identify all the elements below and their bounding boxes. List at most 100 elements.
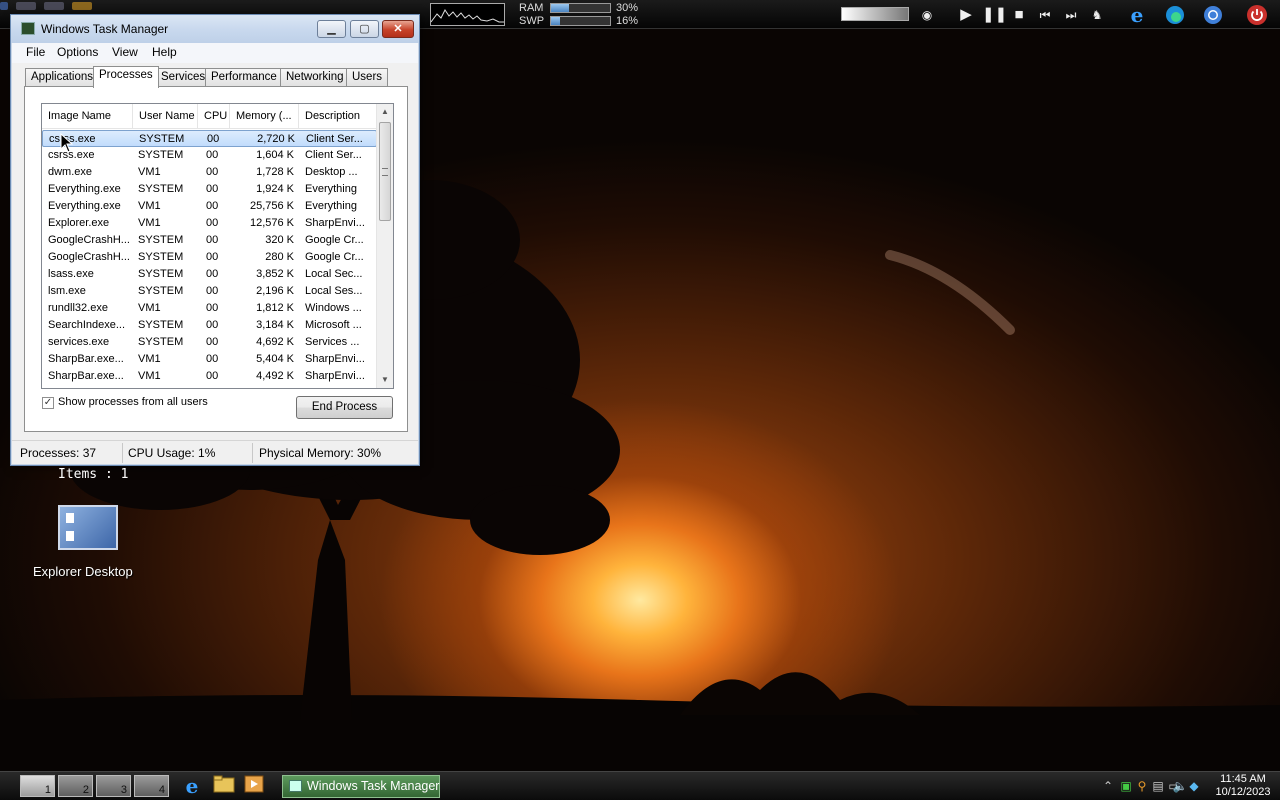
search-icon[interactable]: ⚲	[1134, 777, 1150, 795]
folder-icon[interactable]	[212, 775, 236, 797]
menu-file[interactable]: File	[26, 45, 45, 59]
tab-users[interactable]: Users	[346, 68, 389, 87]
process-memory: 4,492 K	[256, 370, 294, 382]
top-bar-item-2[interactable]	[44, 2, 64, 10]
chrome-icon[interactable]	[1202, 4, 1224, 26]
task-manager-app-icon	[21, 22, 35, 35]
table-row[interactable]: Explorer.exe VM1 00 12,576 K SharpEnvi...	[42, 215, 377, 232]
maximize-button[interactable]: ▢	[350, 20, 379, 38]
pause-icon[interactable]: ❚❚	[982, 4, 1007, 26]
media-player-icon[interactable]: ♞	[1086, 4, 1108, 26]
process-user: VM1	[138, 166, 161, 178]
tab-applications[interactable]: Applications	[25, 68, 100, 87]
top-bar-item-1[interactable]	[16, 2, 36, 10]
play-icon[interactable]: ▶	[955, 4, 977, 26]
previous-icon[interactable]: ⏮	[1034, 4, 1056, 26]
scroll-down-icon[interactable]: ▼	[377, 372, 393, 388]
next-icon[interactable]: ⏭	[1060, 4, 1082, 26]
show-all-users-checkbox[interactable]: ✓	[42, 397, 54, 409]
table-row[interactable]: Everything.exe SYSTEM 00 1,924 K Everything	[42, 181, 377, 198]
menu-help[interactable]: Help	[152, 45, 177, 59]
process-description: Client Ser...	[306, 133, 363, 145]
stop-icon[interactable]: ■	[1008, 4, 1030, 26]
swap-label: SWP	[519, 15, 545, 27]
top-bar-item-3[interactable]	[72, 2, 92, 10]
explorer-desktop-label[interactable]: Explorer Desktop	[33, 564, 133, 579]
process-description: Client Ser...	[305, 149, 362, 161]
menu-options[interactable]: Options	[57, 45, 98, 59]
menu-view[interactable]: View	[112, 45, 138, 59]
show-all-users-label: Show processes from all users	[58, 396, 208, 408]
table-row[interactable]: SharpBar.exe... VM1 00 5,404 K SharpEnvi...	[42, 351, 377, 368]
process-description: Desktop ...	[305, 166, 358, 178]
task-manager-window: Windows Task Manager ▁ ▢ ✕ File Options …	[10, 14, 420, 466]
virtual-desktop-2[interactable]: 2	[58, 775, 93, 797]
status-separator	[122, 443, 123, 463]
explorer-desktop-icon[interactable]	[58, 505, 118, 550]
power-icon[interactable]	[1246, 4, 1268, 26]
internet-explorer-icon[interactable]: e	[1126, 4, 1148, 26]
virtual-desktop-1[interactable]: 1	[20, 775, 55, 797]
table-row[interactable]: csrss.exe SYSTEM 00 2,720 K Client Ser...	[42, 130, 377, 147]
column-memory[interactable]: Memory (...	[230, 104, 299, 129]
internet-explorer-icon[interactable]: e	[180, 775, 204, 797]
vertical-scrollbar[interactable]: ▲ ▼	[376, 104, 393, 388]
scroll-up-icon[interactable]: ▲	[377, 104, 393, 120]
process-cpu: 00	[206, 251, 219, 263]
taskbar-task-manager-button[interactable]: Windows Task Manager	[282, 775, 440, 798]
document-mini-icon	[66, 531, 74, 541]
volume-slider[interactable]	[841, 7, 909, 21]
table-row[interactable]: Everything.exe VM1 00 25,756 K Everything	[42, 198, 377, 215]
column-cpu[interactable]: CPU	[198, 104, 230, 129]
tray-expand-icon[interactable]: ⌃	[1100, 777, 1116, 795]
mute-icon[interactable]: ◉	[916, 4, 938, 26]
table-row[interactable]: SearchIndexe... SYSTEM 00 3,184 K Microsoft …	[42, 317, 377, 334]
table-row[interactable]: dwm.exe VM1 00 1,728 K Desktop ...	[42, 164, 377, 181]
table-row[interactable]: lsm.exe SYSTEM 00 2,196 K Local Ses...	[42, 283, 377, 300]
tray-green-square-icon[interactable]: ▣	[1118, 777, 1134, 795]
tab-performance[interactable]: Performance	[205, 68, 283, 87]
process-name: SharpBar.exe...	[48, 370, 124, 382]
table-row[interactable]: GoogleCrashH... SYSTEM 00 280 K Google Cr...	[42, 249, 377, 266]
process-description: Google Cr...	[305, 234, 364, 246]
process-description: SharpEnvi...	[305, 370, 365, 382]
column-description[interactable]: Description	[299, 104, 377, 129]
clock[interactable]: 11:45 AM 10/12/2023	[1210, 773, 1276, 799]
close-button[interactable]: ✕	[382, 20, 414, 38]
column-image-name[interactable]: Image Name ▲	[42, 104, 133, 129]
table-row[interactable]: rundll32.exe VM1 00 1,812 K Windows ...	[42, 300, 377, 317]
table-row[interactable]: SharpBar.exe... VM1 00 4,492 K SharpEnvi...	[42, 368, 377, 385]
edge-icon[interactable]	[1164, 4, 1186, 26]
column-user-name[interactable]: User Name	[133, 104, 198, 129]
process-name: rundll32.exe	[48, 302, 108, 314]
list-header: Image Name ▲ User Name CPU Memory (... D…	[42, 104, 377, 129]
process-cpu: 00	[206, 319, 219, 331]
tab-services[interactable]: Services	[155, 68, 212, 87]
processes-panel: Image Name ▲ User Name CPU Memory (... D…	[24, 86, 408, 432]
swap-percent: 16%	[616, 15, 639, 27]
end-process-button[interactable]: End Process	[296, 396, 393, 419]
cloud-app-icon[interactable]: ◆	[1186, 777, 1202, 795]
process-memory: 2,196 K	[256, 285, 294, 297]
process-memory: 1,924 K	[256, 183, 294, 195]
document-mini-icon	[66, 513, 74, 523]
process-user: SYSTEM	[138, 319, 184, 331]
virtual-desktop-3[interactable]: 3	[96, 775, 131, 797]
taskbar: 1 2 3 4 e Windows Task Manager ⌃ ▣ ⚲ ▤ ▭…	[0, 771, 1280, 800]
menu-grip-icon[interactable]	[0, 2, 8, 10]
table-row[interactable]: GoogleCrashH... SYSTEM 00 320 K Google Cr...	[42, 232, 377, 249]
tab-networking[interactable]: Networking	[280, 68, 350, 87]
media-player-icon[interactable]	[242, 775, 266, 797]
menu-bar: File Options View Help	[12, 43, 418, 63]
cpu-graph	[430, 3, 505, 26]
table-row[interactable]: lsass.exe SYSTEM 00 3,852 K Local Sec...	[42, 266, 377, 283]
scroll-thumb[interactable]	[379, 122, 391, 221]
minimize-button[interactable]: ▁	[317, 20, 346, 38]
table-row[interactable]: services.exe SYSTEM 00 4,692 K Services ...	[42, 334, 377, 351]
network-icon[interactable]: ▤	[1150, 777, 1166, 795]
process-list[interactable]: Image Name ▲ User Name CPU Memory (... D…	[41, 103, 394, 389]
tab-processes[interactable]: Processes	[93, 66, 159, 88]
window-titlebar[interactable]: Windows Task Manager ▁ ▢ ✕	[11, 15, 419, 43]
table-row[interactable]: csrss.exe SYSTEM 00 1,604 K Client Ser...	[42, 147, 377, 164]
virtual-desktop-4[interactable]: 4	[134, 775, 169, 797]
